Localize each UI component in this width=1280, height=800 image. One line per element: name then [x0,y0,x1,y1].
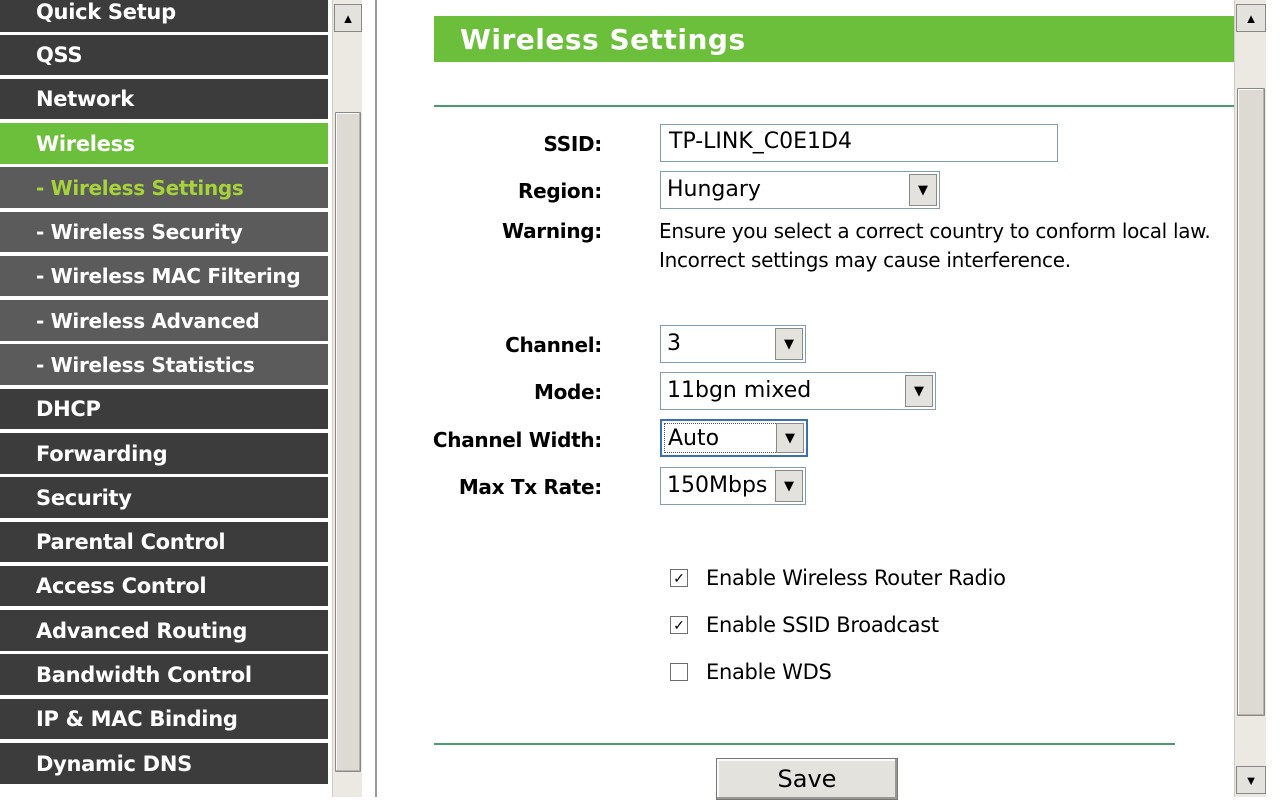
nav-scrollbar[interactable]: ▲ [332,0,362,797]
divider-line [434,105,1234,107]
enable-radio-checkbox[interactable]: ✓ [670,569,688,587]
checkmark-icon: ✓ [673,570,685,586]
triangle-up-icon: ▲ [1244,10,1258,26]
nav-item-label: - Wireless Advanced [36,308,260,333]
nav-item-label: Dynamic DNS [36,751,192,776]
enable-wds-label[interactable]: Enable WDS [706,660,832,684]
mode-label: Mode: [533,380,602,404]
dropdown-arrow-icon[interactable]: ▼ [909,174,937,206]
nav-item-label: Bandwidth Control [36,662,252,687]
mode-value: 11bgn mixed [667,378,812,403]
page-title: Wireless Settings [434,16,1234,62]
triangle-up-icon: ▲ [341,10,355,26]
nav-item-label: Access Control [36,574,207,598]
nav-item-label: Wireless [36,131,136,156]
sidebar-menu: Quick Setup QSS Network Wireless - Wirel… [0,0,330,797]
nav-item-label: Security [36,485,132,510]
ssid-input[interactable]: TP-LINK_C0E1D4 [660,124,1058,162]
nav-subitem-wireless-mac-filtering[interactable]: - Wireless MAC Filtering [0,256,328,296]
scroll-down-button[interactable]: ▼ [1236,766,1266,794]
nav-item-wireless[interactable]: Wireless [0,123,328,164]
scroll-up-button[interactable]: ▲ [334,4,362,32]
nav-item-security[interactable]: Security [0,477,328,518]
nav-subitem-wireless-advanced[interactable]: - Wireless Advanced [0,300,328,341]
nav-item-bandwidth-control[interactable]: Bandwidth Control [0,654,328,695]
nav-subitem-wireless-settings[interactable]: - Wireless Settings [0,167,328,208]
dropdown-arrow-icon[interactable]: ▼ [775,470,803,502]
scroll-thumb[interactable] [335,112,361,772]
enable-ssid-broadcast-checkbox[interactable]: ✓ [670,616,688,634]
main-content: Wireless Settings SSID: TP-LINK_C0E1D4 R… [378,0,1234,800]
scroll-up-button[interactable]: ▲ [1236,4,1266,32]
dropdown-arrow-icon[interactable]: ▼ [775,328,803,360]
region-value: Hungary [667,177,761,202]
nav-item-network[interactable]: Network [0,79,328,119]
nav-item-label: - Wireless Statistics [36,352,255,377]
enable-ssid-broadcast-label[interactable]: Enable SSID Broadcast [706,613,939,637]
nav-item-access-control[interactable]: Access Control [0,566,328,606]
nav-item-label: - Wireless MAC Filtering [36,264,301,288]
channel-label: Channel: [505,333,602,357]
nav-item-quick-setup[interactable]: Quick Setup [0,0,328,32]
max-tx-rate-label: Max Tx Rate: [458,475,602,499]
warning-text-line2: Incorrect settings may cause interferenc… [659,248,1071,272]
max-tx-rate-select[interactable]: 150Mbps ▼ [660,467,806,505]
region-label: Region: [517,179,602,203]
mode-select[interactable]: 11bgn mixed ▼ [660,372,936,410]
save-button-label: Save [777,765,837,793]
nav-item-label: Forwarding [36,441,168,466]
nav-item-label: - Wireless Settings [36,175,244,200]
frame-divider [362,0,377,797]
nav-subitem-wireless-statistics[interactable]: - Wireless Statistics [0,344,328,385]
content-scrollbar[interactable]: ▲ ▼ [1234,0,1266,797]
warning-text-line1: Ensure you select a correct country to c… [659,219,1211,243]
nav-item-label: - Wireless Security [36,220,243,244]
ssid-label: SSID: [543,132,603,156]
channel-width-label: Channel Width: [432,428,602,452]
enable-radio-label[interactable]: Enable Wireless Router Radio [706,566,1006,590]
warning-label: Warning: [502,219,602,243]
triangle-down-icon: ▼ [1244,772,1258,788]
nav-item-label: Network [36,87,134,111]
scroll-thumb[interactable] [1237,88,1265,716]
save-button[interactable]: Save [716,758,898,800]
nav-item-dhcp[interactable]: DHCP [0,389,328,429]
nav-item-label: IP & MAC Binding [36,707,238,731]
nav-item-parental-control[interactable]: Parental Control [0,522,328,562]
checkmark-icon: ✓ [673,617,685,633]
channel-select[interactable]: 3 ▼ [660,325,806,363]
channel-width-select[interactable]: Auto ▼ [660,419,808,457]
nav-item-dynamic-dns[interactable]: Dynamic DNS [0,743,328,784]
channel-width-value: Auto [668,426,720,451]
dropdown-arrow-icon[interactable]: ▼ [776,423,804,453]
page-title-text: Wireless Settings [460,22,746,56]
enable-wds-checkbox[interactable] [670,663,688,681]
region-select[interactable]: Hungary ▼ [660,171,940,209]
nav-item-forwarding[interactable]: Forwarding [0,433,328,474]
nav-item-ip-mac-binding[interactable]: IP & MAC Binding [0,699,328,739]
nav-item-label: QSS [36,43,83,67]
nav-item-label: Advanced Routing [36,618,248,643]
nav-item-advanced-routing[interactable]: Advanced Routing [0,610,328,651]
channel-value: 3 [667,331,681,356]
nav-item-label: DHCP [36,397,101,421]
dropdown-arrow-icon[interactable]: ▼ [905,375,933,407]
ssid-value: TP-LINK_C0E1D4 [669,129,852,154]
nav-item-qss[interactable]: QSS [0,35,328,75]
divider-line-bottom [434,743,1175,745]
nav-item-label: Parental Control [36,530,226,554]
nav-item-label: Quick Setup [36,0,176,24]
max-tx-rate-value: 150Mbps [667,473,768,498]
nav-subitem-wireless-security[interactable]: - Wireless Security [0,212,328,252]
